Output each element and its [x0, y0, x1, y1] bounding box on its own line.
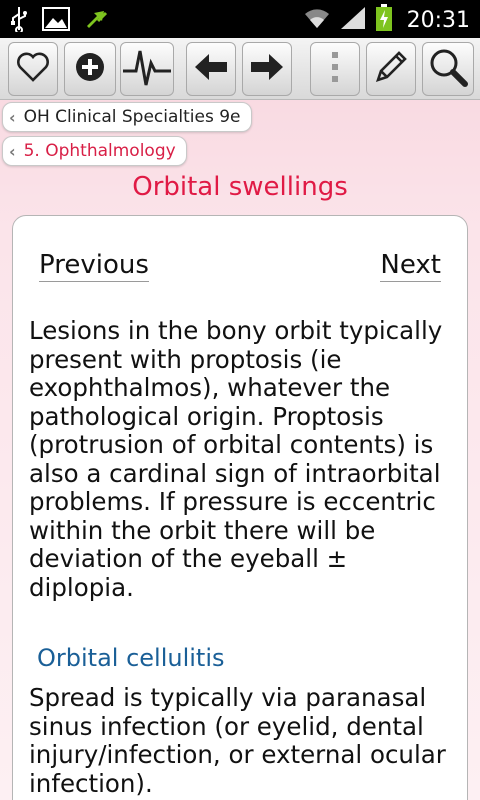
breadcrumb-label: OH Clinical Specialties 9e — [23, 107, 241, 127]
toolbar — [0, 38, 480, 100]
chevron-left-icon: ‹ — [9, 107, 16, 127]
arrow-left-icon — [193, 52, 229, 86]
add-button[interactable] — [64, 42, 116, 96]
breadcrumb-book[interactable]: ‹ OH Clinical Specialties 9e — [2, 102, 252, 132]
battery-charging-icon — [375, 4, 393, 36]
status-bar: 20:31 — [0, 0, 480, 38]
clock: 20:31 — [406, 7, 470, 33]
plus-circle-icon — [74, 51, 106, 87]
search-icon — [428, 47, 468, 91]
signal-icon — [339, 5, 367, 35]
favorite-button[interactable] — [8, 42, 58, 96]
arrow-right-icon — [249, 52, 285, 86]
picture-icon — [42, 7, 70, 35]
back-button[interactable] — [186, 42, 236, 96]
wifi-icon — [303, 6, 331, 34]
chevron-left-icon: ‹ — [9, 141, 16, 161]
breadcrumb-label: 5. Ophthalmology — [23, 141, 176, 161]
status-bar-notifications — [10, 6, 110, 36]
vital-signs-button[interactable] — [120, 42, 174, 96]
pencil-icon — [372, 48, 410, 90]
menu-button[interactable] — [310, 42, 360, 96]
heartbeat-icon — [122, 45, 172, 93]
search-button[interactable] — [422, 42, 474, 96]
edit-button[interactable] — [366, 42, 416, 96]
paragraph-cellulitis: Spread is typically via paranasal sinus … — [29, 683, 446, 798]
heart-icon — [16, 52, 50, 86]
more-vertical-icon — [330, 50, 340, 88]
sync-icon — [84, 7, 110, 35]
paragraph-intro: Lesions in the bony orbit typically pres… — [29, 316, 443, 602]
previous-link[interactable]: Previous — [39, 250, 149, 282]
usb-icon — [10, 6, 28, 36]
next-link[interactable]: Next — [380, 250, 441, 282]
forward-button[interactable] — [242, 42, 292, 96]
page-title: Orbital swellings — [132, 172, 348, 202]
status-bar-system: 20:31 — [303, 4, 470, 36]
content-card: Previous Next Lesions in the bony orbit … — [12, 215, 468, 800]
section-heading: Orbital cellulitis — [37, 644, 225, 672]
breadcrumb-chapter[interactable]: ‹ 5. Ophthalmology — [2, 136, 187, 166]
